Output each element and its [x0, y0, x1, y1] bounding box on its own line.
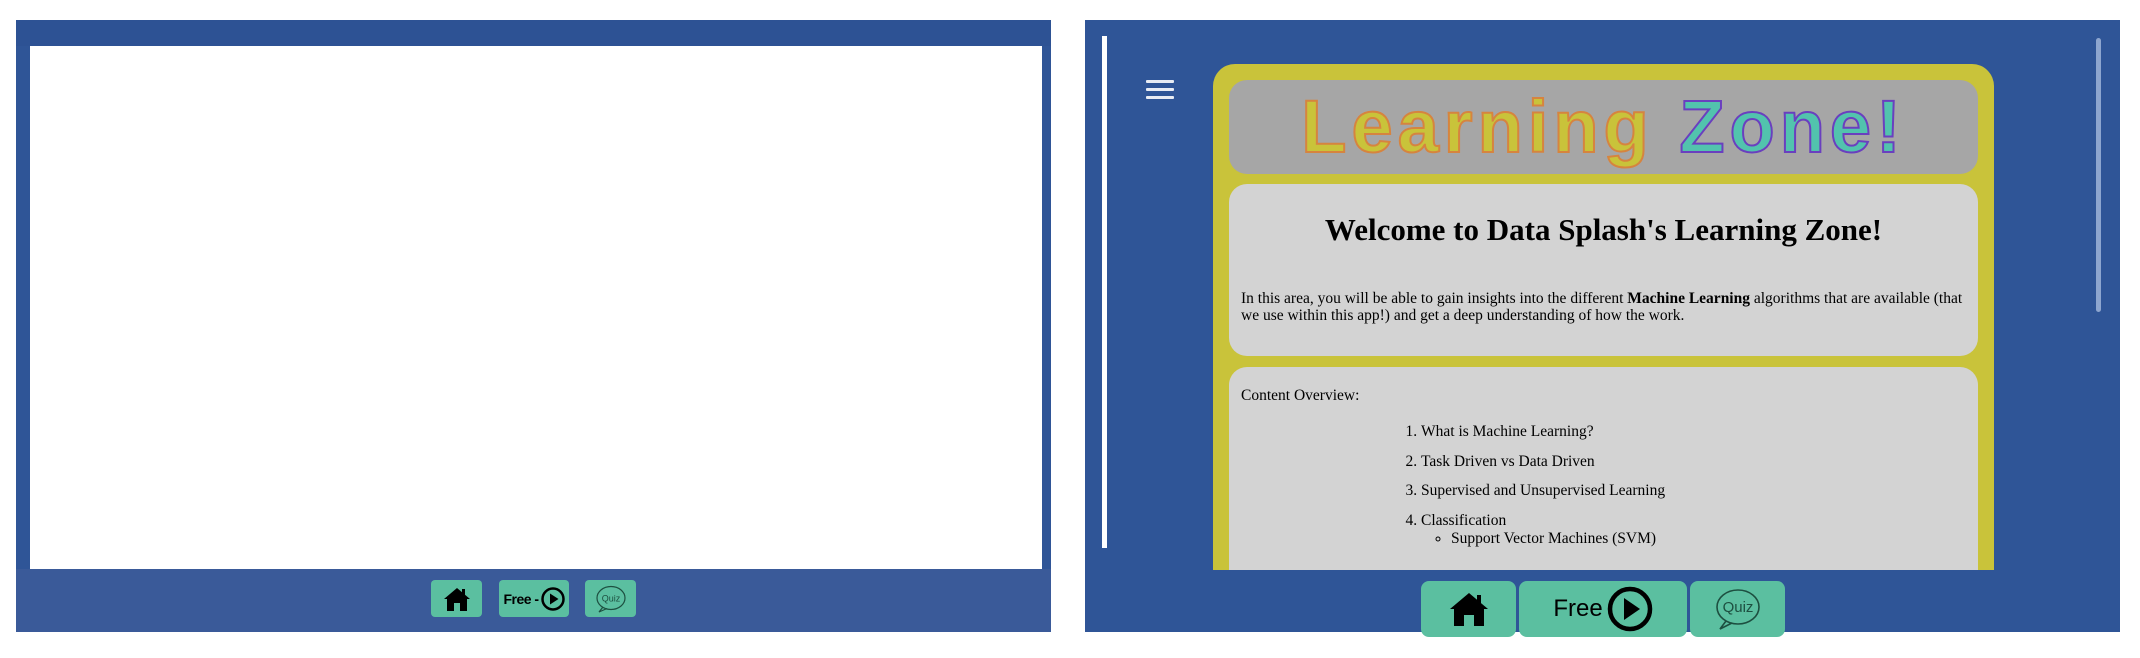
content-item[interactable]: Classification Support Vector Machines (… [1421, 511, 1966, 547]
top-bar [16, 20, 1051, 46]
home-button[interactable] [431, 580, 482, 617]
welcome-card: Welcome to Data Splash's Learning Zone! … [1229, 184, 1978, 356]
content-list: What is Machine Learning? Task Driven vs… [1241, 423, 1966, 547]
blank-content-area [30, 46, 1042, 569]
content-overview-card: Content Overview: What is Machine Learni… [1229, 367, 1978, 570]
content-item[interactable]: What is Machine Learning? [1421, 423, 1966, 453]
banner-title: Learning Zone! [1300, 89, 1905, 165]
hamburger-menu-icon[interactable] [1146, 80, 1174, 104]
free-play-button[interactable]: Free - [499, 580, 569, 617]
content-item-label: Classification [1421, 511, 1507, 529]
quiz-button[interactable]: Quiz [585, 580, 636, 617]
quiz-label: Quiz [601, 593, 620, 603]
welcome-paragraph: In this area, you will be able to gain i… [1241, 290, 1966, 324]
home-icon [443, 587, 470, 611]
free-label: Free - [503, 590, 539, 607]
content-item[interactable]: Task Driven vs Data Driven [1421, 453, 1966, 483]
learning-zone-frame: Learning Zone! Welcome to Data Splash's … [1213, 64, 1994, 570]
quiz-speech-bubble-icon: Quiz [1715, 589, 1760, 630]
content-overview-label: Content Overview: [1241, 387, 1360, 404]
left-screen: Free - Quiz [16, 20, 1051, 632]
welcome-text-part: In this area, you will be able to gain i… [1241, 290, 1628, 307]
right-screen: Learning Zone! Welcome to Data Splash's … [1085, 20, 2120, 637]
banner-word-learning: Learning [1300, 85, 1654, 168]
left-edge-line [1102, 36, 1107, 548]
content-sub-item[interactable]: Support Vector Machines (SVM) [1451, 530, 1966, 550]
learning-zone-banner: Learning Zone! [1229, 80, 1978, 174]
banner-word-zone: Zone! [1678, 85, 1906, 168]
content-sub-list: Support Vector Machines (SVM) [1421, 530, 1966, 550]
play-icon [540, 586, 565, 611]
play-icon [1607, 586, 1652, 632]
quiz-button[interactable]: Quiz [1690, 581, 1785, 637]
free-play-button[interactable]: Free [1519, 581, 1687, 637]
content-item[interactable]: Supervised and Unsupervised Learning [1421, 482, 1966, 512]
home-button[interactable] [1421, 581, 1516, 637]
quiz-label: Quiz [1722, 599, 1753, 616]
scrollbar[interactable] [2096, 38, 2101, 312]
welcome-text-bold: Machine Learning [1627, 290, 1750, 307]
quiz-speech-bubble-icon: Quiz [595, 585, 626, 613]
free-label: Free [1553, 595, 1603, 622]
welcome-heading: Welcome to Data Splash's Learning Zone! [1324, 212, 1883, 247]
home-icon [1449, 593, 1488, 626]
